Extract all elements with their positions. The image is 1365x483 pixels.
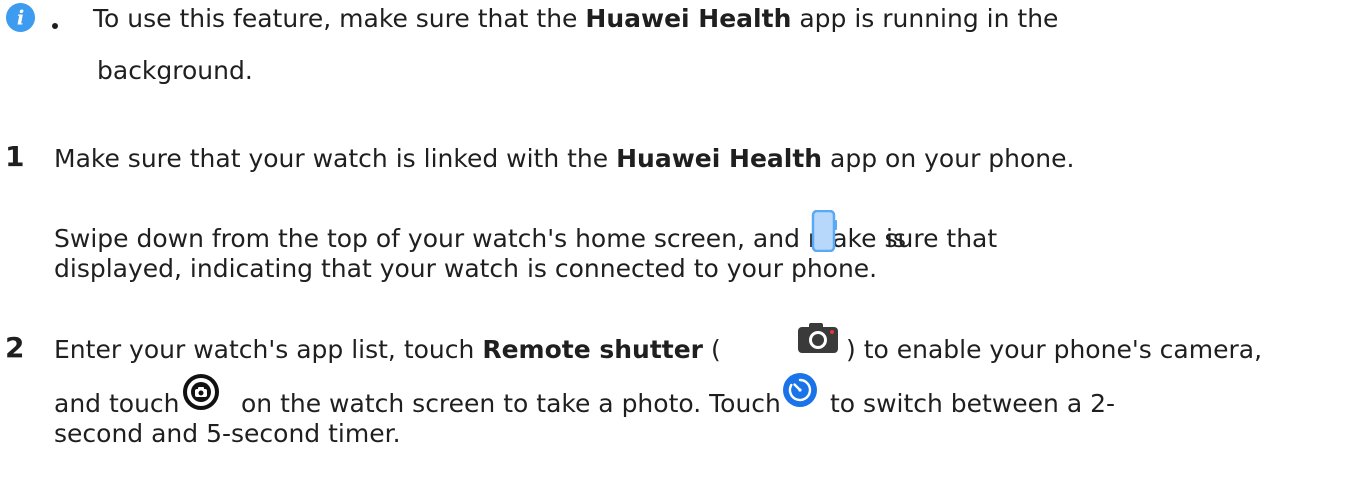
step-1-line-1: Make sure that your watch is linked with…: [54, 144, 1075, 173]
step-1-line-3: displayed, indicating that your watch is…: [54, 254, 878, 283]
step-2-line-2-end: to switch between a 2-: [830, 389, 1116, 418]
step-2-line-2-start: and touch: [54, 389, 180, 418]
note-bullet: [52, 23, 58, 29]
note-line-1: To use this feature, make sure that the …: [93, 4, 1059, 33]
svg-text:i: i: [17, 6, 24, 29]
huawei-health-bold: Huawei Health: [585, 4, 792, 33]
note-line-2: background.: [97, 56, 253, 85]
shutter-button-icon: [183, 374, 219, 410]
step-2-line-2-mid: on the watch screen to take a photo. Tou…: [241, 389, 781, 418]
step-2-line-1: Enter your watch's app list, touch Remot…: [54, 335, 721, 364]
info-icon: i: [5, 2, 36, 33]
phone-connected-icon: [811, 210, 837, 252]
timer-icon: [783, 373, 817, 407]
remote-shutter-bold: Remote shutter: [482, 335, 704, 364]
step-2-line-1-end: ) to enable your phone's camera,: [846, 335, 1263, 364]
camera-app-icon: [798, 323, 838, 353]
step-1-line-2: Swipe down from the top of your watch's …: [54, 224, 998, 253]
step-2-number: 2: [5, 331, 25, 364]
step-2-line-3: second and 5-second timer.: [54, 419, 401, 448]
step-1-number: 1: [5, 140, 25, 173]
step-1-line-2-end: is: [886, 224, 906, 253]
